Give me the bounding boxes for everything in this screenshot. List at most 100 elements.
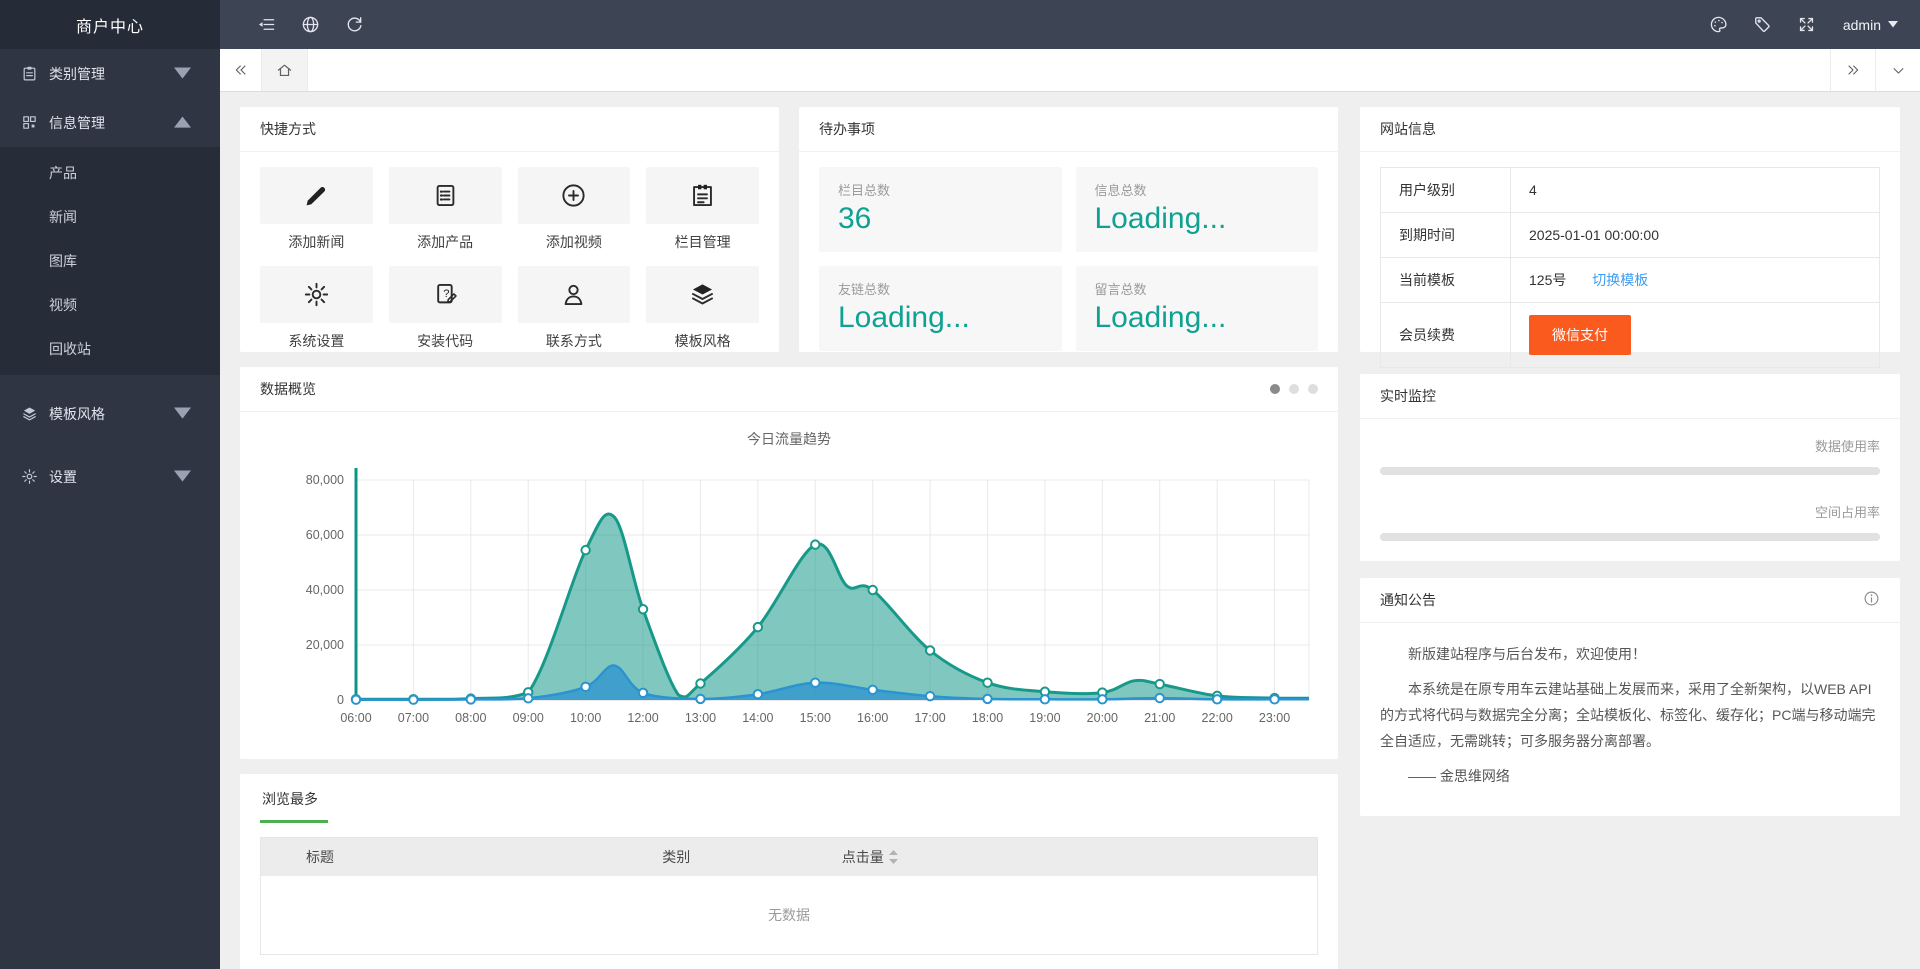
collapse-sidebar-icon[interactable] (244, 0, 288, 49)
sidebar-item-category-mgmt[interactable]: 类别管理 (0, 49, 220, 98)
row-label: 到期时间 (1381, 213, 1511, 258)
user-menu[interactable]: admin (1843, 17, 1898, 33)
double-chevron-left-icon (233, 62, 249, 78)
svg-text:06:00: 06:00 (340, 711, 371, 725)
svg-text:07:00: 07:00 (397, 711, 428, 725)
app-title: 商户中心 (0, 0, 220, 49)
stat-messages-total: 留言总数 Loading... (1076, 266, 1319, 351)
collapse-tabs-button[interactable] (220, 49, 262, 91)
palette-icon[interactable] (1697, 0, 1741, 49)
stat-value: 36 (838, 202, 1043, 236)
shortcut-add-video[interactable]: 添加视频 (518, 167, 631, 252)
svg-text:80,000: 80,000 (305, 473, 343, 487)
caret-up-icon (174, 114, 191, 131)
layers-icon (689, 281, 716, 308)
notebook-icon (689, 182, 716, 209)
svg-text:17:00: 17:00 (914, 711, 945, 725)
refresh-icon[interactable] (332, 0, 376, 49)
tag-icon[interactable] (1741, 0, 1785, 49)
svg-text:13:00: 13:00 (684, 711, 715, 725)
most-viewed-panel: 浏览最多 标题 类别 点击量 无数据 (240, 774, 1338, 969)
plus-circle-icon (560, 182, 587, 209)
stat-value: Loading... (838, 301, 1043, 335)
layers-icon (21, 405, 38, 422)
shortcut-system-settings[interactable]: 系统设置 (260, 266, 373, 351)
fullscreen-icon[interactable] (1785, 0, 1829, 49)
tab-options-button[interactable] (1875, 49, 1920, 91)
table-row: 用户级别 4 (1381, 168, 1880, 213)
shortcut-column-mgmt[interactable]: 栏目管理 (646, 167, 759, 252)
shortcut-contact[interactable]: 联系方式 (518, 266, 631, 351)
svg-text:14:00: 14:00 (742, 711, 773, 725)
sidebar-submenu-info-mgmt: 产品 新闻 图库 视频 回收站 (0, 147, 220, 375)
svg-text:19:00: 19:00 (1029, 711, 1060, 725)
chevron-down-icon (1888, 21, 1898, 28)
svg-text:60,000: 60,000 (305, 528, 343, 542)
panel-title: 数据概览 (260, 379, 316, 399)
carousel-dot[interactable] (1308, 384, 1318, 394)
blocks-icon (21, 114, 38, 131)
shortcuts-panel: 快捷方式 添加新闻 添加产品 (240, 107, 779, 352)
todo-panel: 待办事项 栏目总数 36 信息总数 Loading... 友链总 (799, 107, 1338, 352)
globe-icon[interactable] (288, 0, 332, 49)
svg-text:0: 0 (337, 693, 344, 707)
traffic-trend-chart[interactable]: 020,00040,00060,00080,00006:0007:0008:00… (261, 455, 1318, 755)
panel-title: 快捷方式 (240, 107, 779, 152)
carousel-dot[interactable] (1289, 384, 1299, 394)
progress-bar (1380, 533, 1880, 541)
sidebar-item-label: 类别管理 (49, 64, 105, 84)
row-label: 用户级别 (1381, 168, 1511, 213)
svg-text:23:00: 23:00 (1258, 711, 1289, 725)
space-usage-meter: 空间占用率 (1380, 502, 1880, 541)
current-template-value: 125号 (1529, 272, 1566, 288)
table-header-row: 标题 类别 点击量 (261, 838, 1317, 876)
sidebar-subitem-gallery[interactable]: 图库 (0, 239, 220, 283)
table-row: 到期时间 2025-01-01 00:00:00 (1381, 213, 1880, 258)
row-label: 会员续费 (1381, 303, 1511, 368)
shortcut-add-product[interactable]: 添加产品 (389, 167, 502, 252)
sidebar-item-label: 信息管理 (49, 113, 105, 133)
pencil-icon (303, 182, 330, 209)
svg-text:16:00: 16:00 (857, 711, 888, 725)
col-header-title: 标题 (261, 847, 662, 867)
sidebar-item-info-mgmt[interactable]: 信息管理 (0, 98, 220, 147)
clipboard-icon (21, 65, 38, 82)
svg-text:10:00: 10:00 (569, 711, 600, 725)
col-header-clicks[interactable]: 点击量 (842, 847, 898, 867)
user-level-value: 4 (1511, 168, 1880, 213)
tab-most-viewed[interactable]: 浏览最多 (260, 789, 328, 823)
notice-signature: —— 金思维网络 (1380, 764, 1880, 790)
shortcut-add-news[interactable]: 添加新闻 (260, 167, 373, 252)
sort-carets-icon[interactable] (889, 850, 898, 864)
dashboard-content: 快捷方式 添加新闻 添加产品 (220, 92, 1920, 969)
svg-text:08:00: 08:00 (455, 711, 486, 725)
shortcut-template-style[interactable]: 模板风格 (646, 266, 759, 351)
user-name: admin (1843, 17, 1881, 33)
home-tab[interactable] (262, 49, 308, 91)
svg-text:40,000: 40,000 (305, 583, 343, 597)
col-header-category: 类别 (662, 847, 842, 867)
stat-info-total: 信息总数 Loading... (1076, 167, 1319, 252)
wechat-pay-button[interactable]: 微信支付 (1529, 315, 1631, 355)
carousel-dot[interactable] (1270, 384, 1280, 394)
sidebar-item-template-style[interactable]: 模板风格 (0, 389, 220, 438)
double-chevron-right-icon (1845, 62, 1861, 78)
expiry-date-value: 2025-01-01 00:00:00 (1511, 213, 1880, 258)
sidebar-subitem-video[interactable]: 视频 (0, 283, 220, 327)
sidebar-subitem-recycle[interactable]: 回收站 (0, 327, 220, 371)
shortcut-install-code[interactable]: ? 安装代码 (389, 266, 502, 351)
sidebar-item-settings[interactable]: 设置 (0, 452, 220, 501)
sidebar-subitem-products[interactable]: 产品 (0, 151, 220, 195)
switch-template-link[interactable]: 切换模板 (1592, 272, 1648, 288)
sidebar-subitem-news[interactable]: 新闻 (0, 195, 220, 239)
notice-paragraph: 新版建站程序与后台发布，欢迎使用！ (1380, 642, 1880, 668)
caret-down-icon (174, 405, 191, 422)
info-circle-icon[interactable] (1863, 590, 1880, 610)
panel-title: 网站信息 (1360, 107, 1900, 152)
top-bar: 商户中心 admin (0, 0, 1920, 49)
notice-panel: 通知公告 新版建站程序与后台发布，欢迎使用！ 本系统是在原专用车云建站基础上发展… (1360, 578, 1900, 816)
scroll-tabs-right-button[interactable] (1830, 49, 1875, 91)
tabbar-spacer (308, 49, 1830, 91)
caret-down-icon (174, 65, 191, 82)
gear-icon (303, 281, 330, 308)
